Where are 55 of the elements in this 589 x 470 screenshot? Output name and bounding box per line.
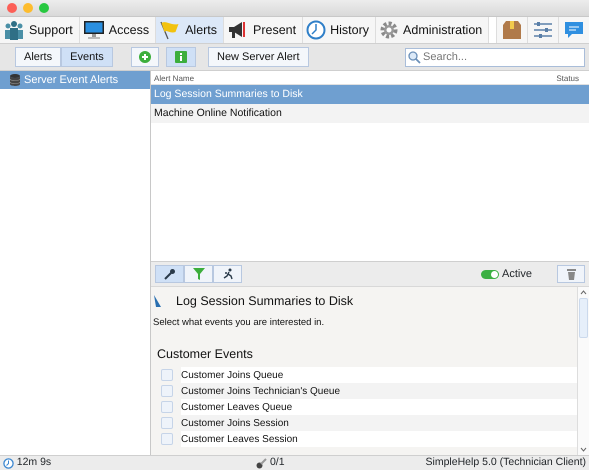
detail-tab[interactable] <box>213 265 242 283</box>
checkbox[interactable] <box>161 369 173 381</box>
delete-button[interactable] <box>557 265 585 283</box>
main-tab[interactable]: Administration <box>376 17 490 43</box>
sail-icon <box>153 295 161 307</box>
zoom-icon[interactable] <box>39 3 49 13</box>
main-tab[interactable]: Present <box>224 17 304 43</box>
instruction-text: Select what events you are interested in. <box>153 316 326 330</box>
detail-tab[interactable] <box>155 265 184 283</box>
checkbox[interactable] <box>161 417 173 429</box>
plus-icon <box>138 51 151 63</box>
event-label: Customer Leaves Queue <box>181 399 577 415</box>
alert-row[interactable]: Machine Online Notification <box>151 104 589 123</box>
checkbox[interactable] <box>161 433 173 445</box>
event-label: Customer Joins Queue <box>181 367 577 383</box>
session-timer: 12m 9s <box>16 455 52 470</box>
version-text: SimpleHelp 5.0 (Technician Client) <box>426 455 586 470</box>
scrollbar-thumb[interactable] <box>579 298 588 338</box>
checkbox[interactable] <box>161 401 173 413</box>
sliders-icon[interactable] <box>533 21 553 39</box>
database-icon <box>10 74 20 86</box>
session-count: 0/1 <box>270 455 285 470</box>
close-icon[interactable] <box>7 3 17 13</box>
people-icon <box>3 20 25 40</box>
filter-icon <box>192 268 204 280</box>
running-person-icon <box>222 268 234 280</box>
info-button[interactable] <box>166 47 196 67</box>
main-tab[interactable]: History <box>303 17 376 43</box>
view-toggle-tab[interactable]: Alerts <box>15 47 62 67</box>
chat-icon[interactable] <box>564 21 584 39</box>
checkbox[interactable] <box>161 385 173 397</box>
event-label: Customer Leaves Session <box>181 431 577 447</box>
detail-title: Log Session Summaries to Disk <box>176 292 354 310</box>
view-toggle-tab[interactable]: Events <box>61 47 113 67</box>
monitor-icon <box>82 20 105 40</box>
search-field[interactable]: Search... <box>405 48 585 66</box>
main-tab[interactable]: Access <box>80 17 156 43</box>
column-header[interactable]: Status <box>556 73 579 84</box>
gear-icon <box>379 20 400 40</box>
flag-icon <box>159 20 182 40</box>
clock-icon <box>3 458 14 468</box>
group-heading: Customer Events <box>157 346 254 364</box>
new-server-alert-button[interactable]: New Server Alert <box>208 47 309 67</box>
column-header[interactable]: Alert Name <box>154 73 194 84</box>
add-button[interactable] <box>130 47 159 67</box>
active-label: Active <box>502 266 532 282</box>
main-tab[interactable]: Alerts <box>156 17 224 43</box>
info-icon <box>175 51 187 63</box>
package-icon[interactable] <box>502 21 522 39</box>
scroll-down-icon[interactable] <box>580 447 587 452</box>
clock-icon <box>306 20 326 40</box>
trash-icon <box>566 268 576 280</box>
scroll-up-icon[interactable] <box>580 290 587 295</box>
active-toggle[interactable] <box>481 270 500 278</box>
main-tab[interactable]: Support <box>0 17 80 43</box>
